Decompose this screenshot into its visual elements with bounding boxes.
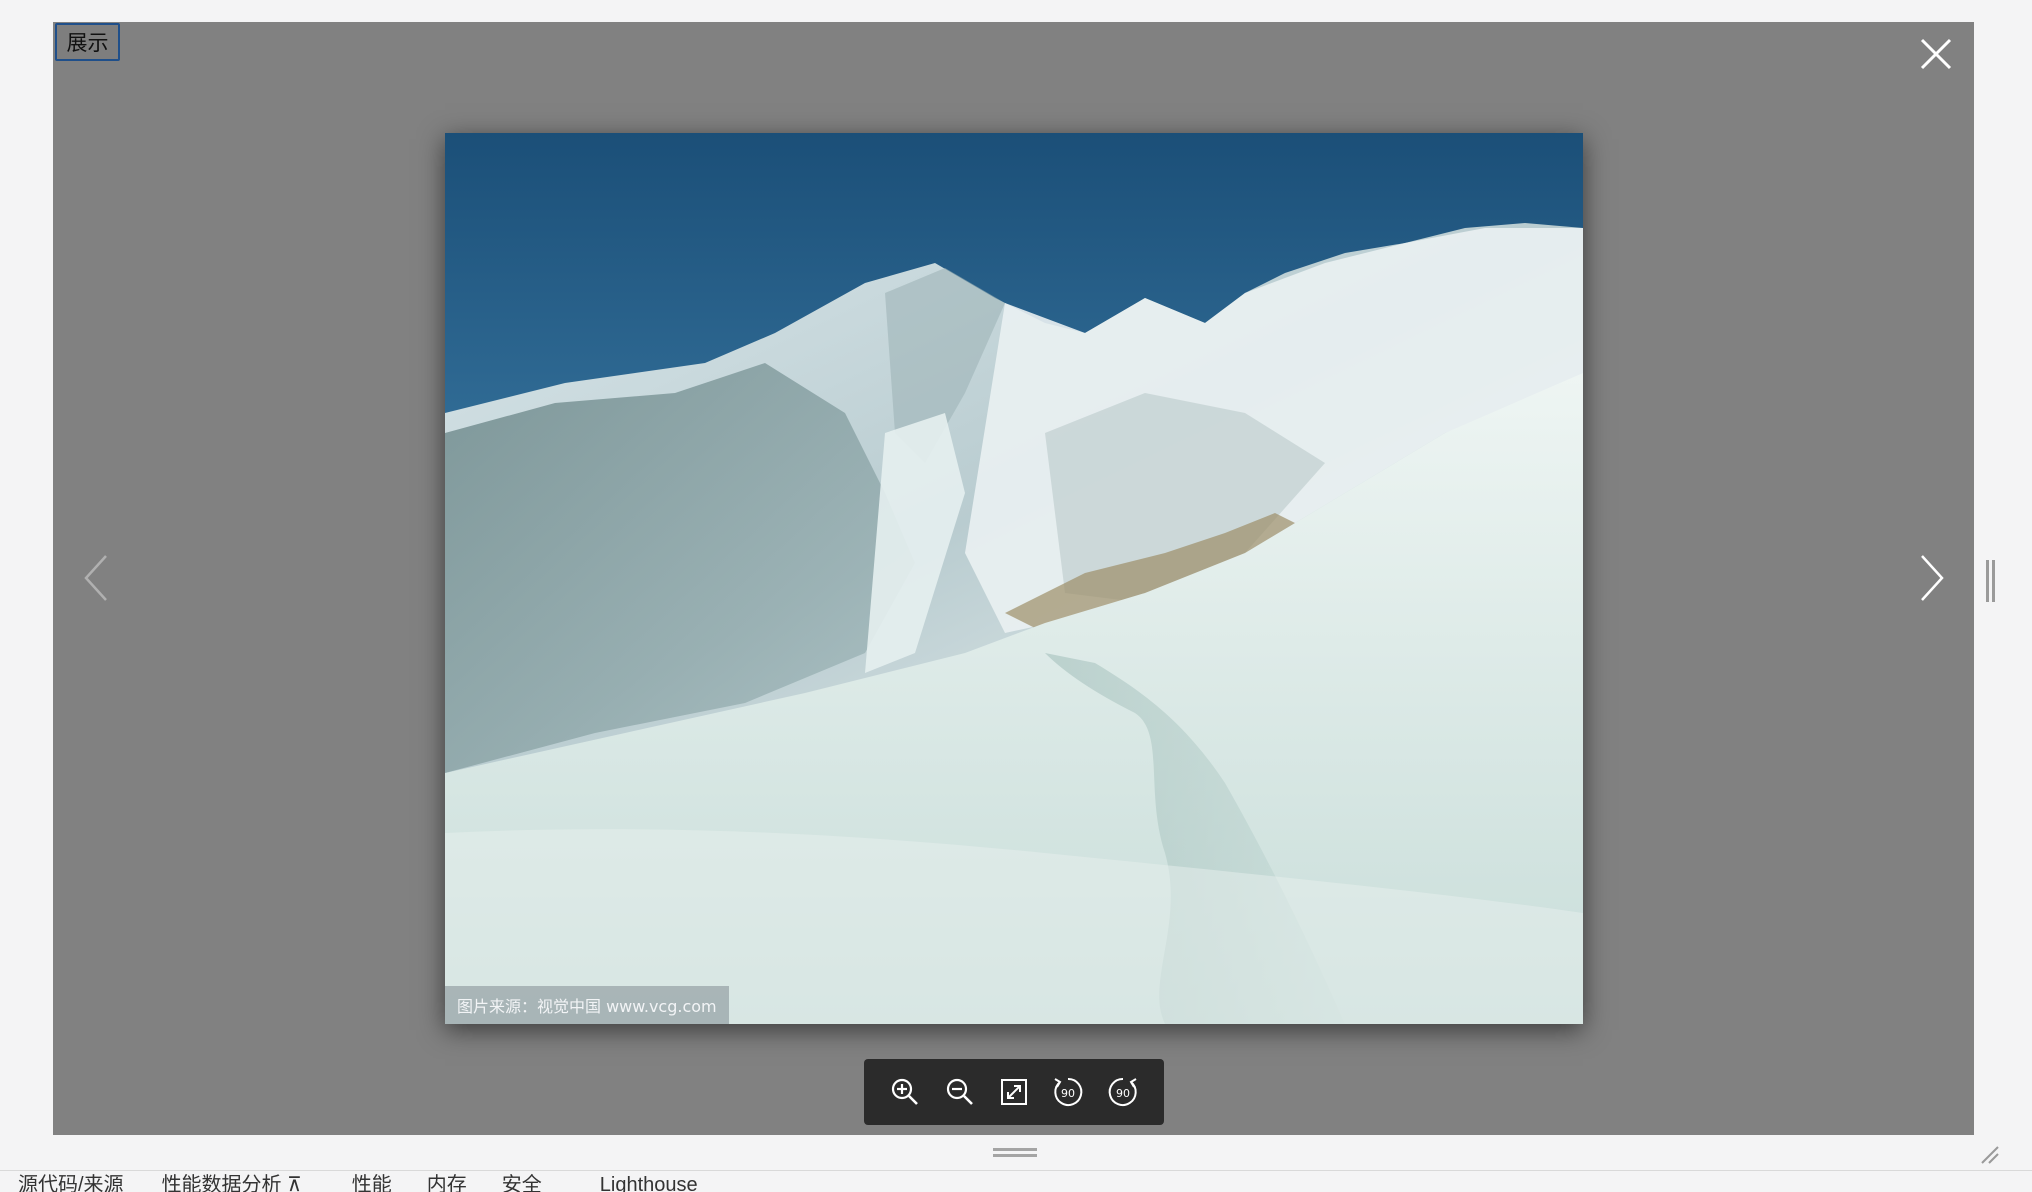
fit-to-screen-button[interactable] [994, 1072, 1034, 1112]
next-image-button[interactable] [1910, 548, 1950, 608]
rotate-right-icon: 90 [1108, 1077, 1137, 1106]
devtools-tabbar: 源代码/来源 性能数据分析 ⊼ 性能 内存 安全 Lighthouse [0, 1172, 2032, 1192]
show-button[interactable]: 展示 [55, 23, 120, 61]
zoom-out-button[interactable] [940, 1072, 980, 1112]
tab-memory[interactable]: 内存 [427, 1172, 467, 1192]
devtools-divider [0, 1170, 2032, 1171]
zoom-in-icon [892, 1078, 919, 1105]
tab-sources[interactable]: 源代码/来源 [18, 1172, 124, 1192]
previous-image-button[interactable] [78, 548, 118, 608]
tab-lighthouse[interactable]: Lighthouse [600, 1172, 698, 1192]
zoom-out-icon [946, 1078, 973, 1105]
resize-corner-icon[interactable] [1978, 1143, 2000, 1165]
vertical-splitter-handle[interactable] [1985, 560, 1997, 602]
snowy-mountain-image [445, 133, 1583, 1024]
image-watermark: 图片来源：视觉中国 www.vcg.com [445, 986, 729, 1024]
rotate-left-button[interactable]: 90 [1048, 1072, 1088, 1112]
rotate-right-label: 90 [1116, 1087, 1130, 1100]
rotate-left-label: 90 [1061, 1087, 1075, 1100]
chevron-left-icon [84, 555, 107, 601]
close-icon[interactable] [1916, 34, 1956, 74]
horizontal-splitter-handle[interactable] [993, 1148, 1037, 1158]
tab-performance-insights[interactable]: 性能数据分析 ⊼ [162, 1172, 302, 1192]
rotate-left-icon: 90 [1054, 1077, 1083, 1106]
preview-image: 图片来源：视觉中国 www.vcg.com [445, 133, 1583, 1024]
rotate-right-button[interactable]: 90 [1103, 1072, 1143, 1112]
viewer-toolbar: 90 90 [864, 1059, 1164, 1125]
tab-security[interactable]: 安全 [502, 1172, 542, 1192]
zoom-in-button[interactable] [885, 1072, 925, 1112]
chevron-right-icon [1921, 555, 1944, 601]
tab-performance[interactable]: 性能 [352, 1172, 392, 1192]
expand-icon [1000, 1079, 1027, 1105]
